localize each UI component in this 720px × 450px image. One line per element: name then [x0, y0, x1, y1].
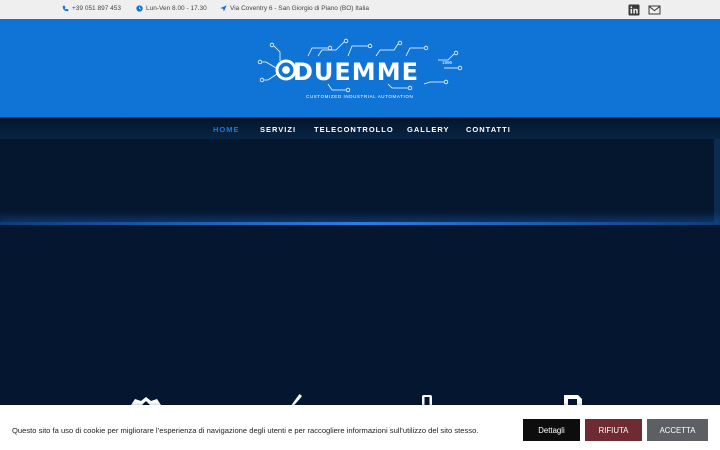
location-arrow-icon: [220, 5, 227, 12]
phone-number: +39 051 897 453: [72, 5, 121, 12]
logo-tagline: CUSTOMIZED INDUSTRIAL AUTOMATION: [306, 94, 414, 99]
linkedin-icon: [628, 4, 640, 16]
main-navigation: HOME SERVIZI TELECONTROLLO GALLERY CONTA…: [0, 117, 720, 139]
nav-servizi[interactable]: SERVIZI: [260, 125, 296, 134]
cookie-message: Questo sito fa uso di cookie per miglior…: [12, 426, 479, 435]
hero-slider: [0, 139, 720, 223]
top-info-bar: +39 051 897 453 Lun-Ven 8.00 - 17.30 Via…: [0, 0, 720, 19]
nav-contatti[interactable]: CONTATTI: [466, 125, 511, 134]
address-info: Via Coventry 6 - San Giorgio di Piano (B…: [220, 5, 369, 12]
opening-hours: Lun-Ven 8.00 - 17.30: [146, 5, 207, 12]
duemme-logo[interactable]: DUEMME 1996 CUSTOMIZED INDUSTRIAL AUTOMA…: [248, 38, 464, 104]
phone-icon: [62, 5, 69, 12]
clock-icon: [136, 5, 143, 12]
cookie-accept-button[interactable]: ACCETTA: [647, 419, 708, 441]
nav-telecontrollo[interactable]: TELECONTROLLO: [314, 125, 394, 134]
logo-year: 1996: [442, 60, 453, 65]
hours-info: Lun-Ven 8.00 - 17.30: [136, 5, 207, 12]
nav-gallery[interactable]: GALLERY: [407, 125, 450, 134]
nav-home[interactable]: HOME: [213, 125, 240, 134]
cookie-reject-button[interactable]: RIFIUTA: [585, 419, 642, 441]
logo-wordmark: DUEMME: [293, 58, 419, 86]
phone-info[interactable]: +39 051 897 453: [62, 5, 121, 12]
envelope-icon: [648, 5, 661, 15]
cookie-consent-banner: Questo sito fa uso di cookie per miglior…: [0, 405, 720, 450]
cookie-details-button[interactable]: Dettagli: [523, 419, 580, 441]
address: Via Coventry 6 - San Giorgio di Piano (B…: [230, 5, 369, 12]
